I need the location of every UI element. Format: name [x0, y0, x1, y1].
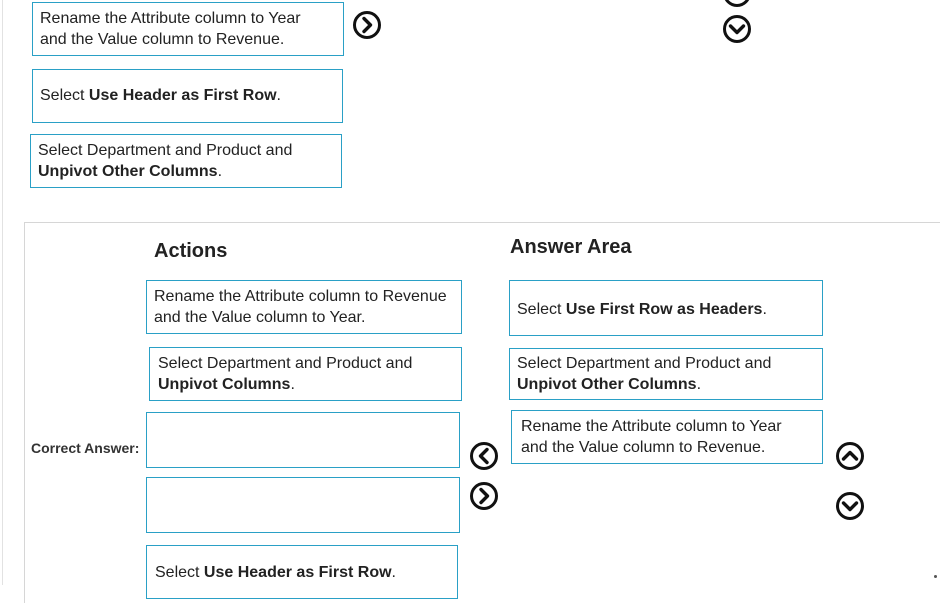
action-slot-empty[interactable]	[146, 477, 460, 533]
corner-dot	[934, 575, 937, 578]
action-item-line2: and the Value column to Year.	[154, 309, 366, 326]
text-bold: Use Header as First Row	[203, 564, 392, 581]
action-item-line1: Rename the Attribute column to Revenue	[154, 288, 447, 305]
left-rule	[2, 0, 3, 585]
chevron-right-circle-icon	[353, 11, 381, 39]
text-post: .	[762, 301, 767, 318]
text-post: .	[290, 376, 295, 393]
actions-heading: Actions	[154, 240, 228, 262]
chevron-down-circle-icon	[836, 492, 864, 520]
text-post: .	[217, 163, 223, 180]
question-item-rename-year-revenue[interactable]: Rename the Attribute column to Year and …	[32, 2, 344, 56]
text-bold: Unpivot Other Columns	[517, 376, 697, 393]
action-item-rename-revenue-year[interactable]: Rename the Attribute column to Revenue a…	[146, 280, 462, 334]
text-post: .	[696, 376, 702, 393]
text-pre: Select	[517, 301, 566, 318]
answer-item-use-first-row-headers[interactable]: Select Use First Row as Headers.	[509, 280, 823, 336]
text-bold: Use First Row as Headers	[565, 301, 763, 318]
text-bold: Unpivot Other Columns	[38, 163, 218, 180]
move-right-button[interactable]	[469, 481, 499, 511]
text-pre: Select	[40, 87, 89, 104]
move-right-button[interactable]	[352, 10, 382, 40]
move-left-button[interactable]	[469, 441, 499, 471]
chevron-up-circle-icon	[724, 0, 750, 7]
chevron-left-circle-icon	[470, 442, 498, 470]
text-pre: Select	[155, 564, 204, 581]
question-item-unpivot-other-columns[interactable]: Select Department and Product and Unpivo…	[30, 134, 342, 188]
question-item-use-header-first-row[interactable]: Select Use Header as First Row.	[32, 69, 343, 123]
answer-item-rename-year-revenue[interactable]: Rename the Attribute column to Year and …	[511, 410, 823, 464]
action-slot-empty[interactable]	[146, 412, 460, 468]
text-post: .	[276, 87, 281, 104]
text-post: .	[391, 564, 396, 581]
question-item-line2: and the Value column to Revenue.	[40, 31, 285, 48]
question-item-line1: Rename the Attribute column to Year	[40, 10, 301, 27]
chevron-up-circle-icon	[836, 442, 864, 470]
action-item-use-header-first-row[interactable]: Select Use Header as First Row.	[146, 545, 458, 599]
text-bold: Unpivot Columns	[158, 376, 291, 393]
action-item-unpivot-columns[interactable]: Select Department and Product and Unpivo…	[149, 347, 462, 401]
move-up-button[interactable]	[835, 441, 865, 471]
correct-answer-label: Correct Answer:	[31, 440, 140, 456]
move-up-button[interactable]	[722, 0, 752, 8]
move-down-button[interactable]	[722, 14, 752, 44]
question-item-line1: Select Department and Product and	[38, 142, 293, 159]
answer-item-line2: and the Value column to Revenue.	[521, 439, 766, 456]
action-item-line1: Select Department and Product and	[158, 355, 413, 372]
answer-item-unpivot-other-columns[interactable]: Select Department and Product and Unpivo…	[509, 348, 823, 400]
chevron-down-circle-icon	[723, 15, 751, 43]
chevron-right-circle-icon	[470, 482, 498, 510]
text-bold: Use Header as First Row	[88, 87, 277, 104]
move-down-button[interactable]	[835, 491, 865, 521]
answer-area-heading: Answer Area	[510, 236, 632, 258]
answer-item-line1: Select Department and Product and	[517, 355, 772, 372]
answer-item-line1: Rename the Attribute column to Year	[521, 418, 782, 435]
